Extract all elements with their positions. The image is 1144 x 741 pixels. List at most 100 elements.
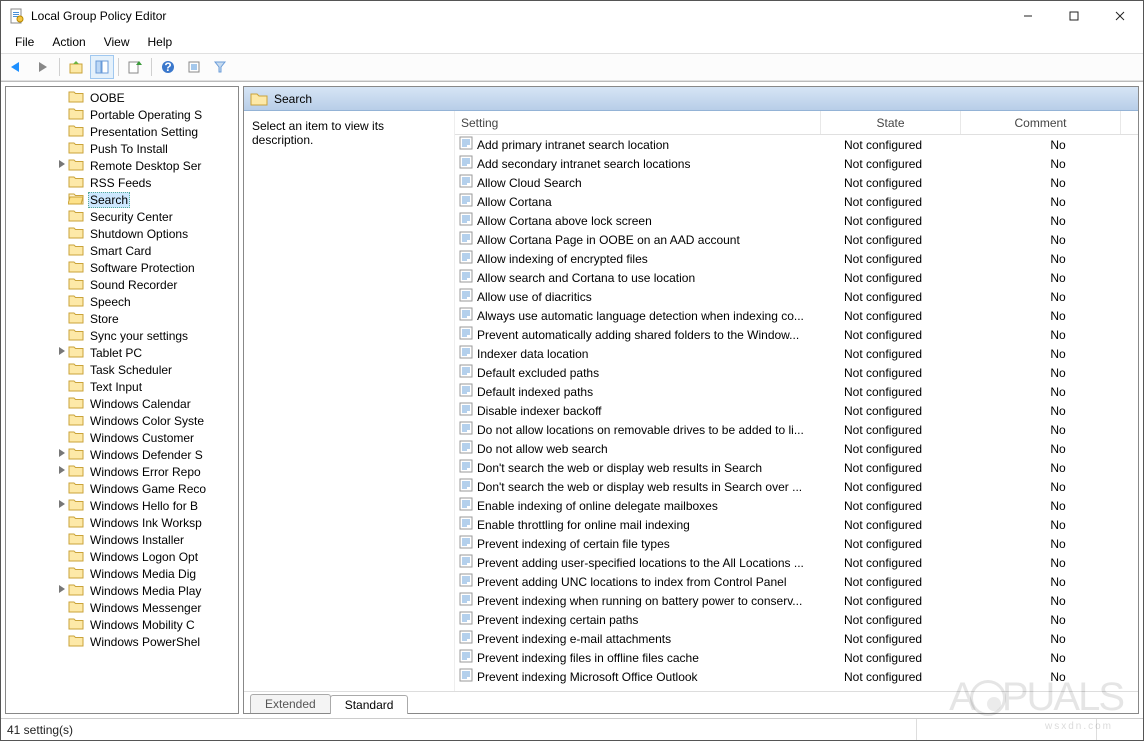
tree-expander-icon[interactable] bbox=[56, 347, 68, 358]
tree-item[interactable]: Remote Desktop Ser bbox=[6, 157, 238, 174]
tree-item[interactable]: Software Protection bbox=[6, 259, 238, 276]
tree-item[interactable]: Task Scheduler bbox=[6, 361, 238, 378]
setting-row[interactable]: Allow Cortana above lock screenNot confi… bbox=[455, 211, 1138, 230]
setting-row[interactable]: Add primary intranet search locationNot … bbox=[455, 135, 1138, 154]
setting-row[interactable]: Prevent automatically adding shared fold… bbox=[455, 325, 1138, 344]
export-list-button[interactable] bbox=[123, 55, 147, 79]
tree-item[interactable]: Windows Media Dig bbox=[6, 565, 238, 582]
setting-comment-cell: No bbox=[978, 328, 1138, 342]
tree-item[interactable]: Windows Game Reco bbox=[6, 480, 238, 497]
tree-item[interactable]: Text Input bbox=[6, 378, 238, 395]
help-button[interactable]: ? bbox=[156, 55, 180, 79]
setting-name-cell: Prevent indexing when running on battery… bbox=[455, 592, 838, 609]
properties-button[interactable] bbox=[182, 55, 206, 79]
setting-row[interactable]: Don't search the web or display web resu… bbox=[455, 458, 1138, 477]
tree-item[interactable]: Speech bbox=[6, 293, 238, 310]
setting-row[interactable]: Prevent adding user-specified locations … bbox=[455, 553, 1138, 572]
tree-item[interactable]: Shutdown Options bbox=[6, 225, 238, 242]
tree-item[interactable]: Windows Installer bbox=[6, 531, 238, 548]
setting-row[interactable]: Default indexed pathsNot configuredNo bbox=[455, 382, 1138, 401]
setting-row[interactable]: Disable indexer backoffNot configuredNo bbox=[455, 401, 1138, 420]
setting-row[interactable]: Do not allow locations on removable driv… bbox=[455, 420, 1138, 439]
list-body[interactable]: Add primary intranet search locationNot … bbox=[455, 135, 1138, 691]
setting-row[interactable]: Prevent indexing certain pathsNot config… bbox=[455, 610, 1138, 629]
tree-item[interactable]: Windows Logon Opt bbox=[6, 548, 238, 565]
column-header-state[interactable]: State bbox=[821, 111, 961, 134]
tree-expander-icon[interactable] bbox=[56, 466, 68, 477]
nav-forward-button[interactable] bbox=[31, 55, 55, 79]
tree-item[interactable]: Sync your settings bbox=[6, 327, 238, 344]
setting-name: Do not allow locations on removable driv… bbox=[477, 423, 804, 437]
menu-action[interactable]: Action bbox=[44, 33, 93, 51]
setting-name-cell: Don't search the web or display web resu… bbox=[455, 478, 838, 495]
setting-row[interactable]: Don't search the web or display web resu… bbox=[455, 477, 1138, 496]
setting-row[interactable]: Allow indexing of encrypted filesNot con… bbox=[455, 249, 1138, 268]
tree-item[interactable]: OOBE bbox=[6, 89, 238, 106]
setting-name-cell: Allow use of diacritics bbox=[455, 288, 838, 305]
setting-row[interactable]: Prevent indexing files in offline files … bbox=[455, 648, 1138, 667]
setting-row[interactable]: Default excluded pathsNot configuredNo bbox=[455, 363, 1138, 382]
list-header: Setting State Comment bbox=[455, 111, 1138, 135]
setting-row[interactable]: Allow Cloud SearchNot configuredNo bbox=[455, 173, 1138, 192]
tree-item[interactable]: Push To Install bbox=[6, 140, 238, 157]
setting-row[interactable]: Allow search and Cortana to use location… bbox=[455, 268, 1138, 287]
minimize-button[interactable] bbox=[1005, 1, 1051, 31]
column-header-setting[interactable]: Setting bbox=[455, 111, 821, 134]
setting-row[interactable]: Prevent indexing when running on battery… bbox=[455, 591, 1138, 610]
nav-back-button[interactable] bbox=[5, 55, 29, 79]
setting-row[interactable]: Prevent indexing e-mail attachmentsNot c… bbox=[455, 629, 1138, 648]
setting-row[interactable]: Allow use of diacriticsNot configuredNo bbox=[455, 287, 1138, 306]
setting-row[interactable]: Allow CortanaNot configuredNo bbox=[455, 192, 1138, 211]
tree-item[interactable]: Sound Recorder bbox=[6, 276, 238, 293]
folder-icon bbox=[68, 106, 88, 123]
tree-item[interactable]: Windows Media Play bbox=[6, 582, 238, 599]
tree-item[interactable]: Presentation Setting bbox=[6, 123, 238, 140]
setting-row[interactable]: Allow Cortana Page in OOBE on an AAD acc… bbox=[455, 230, 1138, 249]
tree-item[interactable]: Smart Card bbox=[6, 242, 238, 259]
tree-item[interactable]: Windows Messenger bbox=[6, 599, 238, 616]
setting-row[interactable]: Prevent indexing Microsoft Office Outloo… bbox=[455, 667, 1138, 686]
menu-file[interactable]: File bbox=[7, 33, 42, 51]
tab-extended[interactable]: Extended bbox=[250, 694, 331, 713]
tree-item-label: Windows Ink Worksp bbox=[88, 516, 204, 530]
tree-item[interactable]: RSS Feeds bbox=[6, 174, 238, 191]
setting-row[interactable]: Prevent indexing of certain file typesNo… bbox=[455, 534, 1138, 553]
tree-item[interactable]: Windows Ink Worksp bbox=[6, 514, 238, 531]
tree-item[interactable]: Windows Hello for B bbox=[6, 497, 238, 514]
maximize-button[interactable] bbox=[1051, 1, 1097, 31]
setting-comment-cell: No bbox=[978, 309, 1138, 323]
setting-row[interactable]: Enable indexing of online delegate mailb… bbox=[455, 496, 1138, 515]
tree-item[interactable]: Security Center bbox=[6, 208, 238, 225]
tree-scroll[interactable]: OOBEPortable Operating SPresentation Set… bbox=[6, 87, 238, 713]
tree-item[interactable]: Windows PowerShel bbox=[6, 633, 238, 650]
tab-standard[interactable]: Standard bbox=[330, 695, 409, 714]
menu-view[interactable]: View bbox=[96, 33, 138, 51]
up-level-button[interactable] bbox=[64, 55, 88, 79]
tree-expander-icon[interactable] bbox=[56, 449, 68, 460]
setting-row[interactable]: Prevent adding UNC locations to index fr… bbox=[455, 572, 1138, 591]
setting-row[interactable]: Always use automatic language detection … bbox=[455, 306, 1138, 325]
setting-row[interactable]: Add secondary intranet search locationsN… bbox=[455, 154, 1138, 173]
tree-item[interactable]: Windows Defender S bbox=[6, 446, 238, 463]
tree-expander-icon[interactable] bbox=[56, 585, 68, 596]
setting-row[interactable]: Do not allow web searchNot configuredNo bbox=[455, 439, 1138, 458]
tree-expander-icon[interactable] bbox=[56, 160, 68, 171]
tree-item[interactable]: Windows Error Repo bbox=[6, 463, 238, 480]
tree-item[interactable]: Windows Mobility C bbox=[6, 616, 238, 633]
policy-icon bbox=[459, 592, 473, 609]
close-button[interactable] bbox=[1097, 1, 1143, 31]
setting-row[interactable]: Indexer data locationNot configuredNo bbox=[455, 344, 1138, 363]
tree-item[interactable]: Search bbox=[6, 191, 238, 208]
tree-item[interactable]: Tablet PC bbox=[6, 344, 238, 361]
tree-item[interactable]: Windows Color Syste bbox=[6, 412, 238, 429]
filter-button[interactable] bbox=[208, 55, 232, 79]
tree-item[interactable]: Windows Customer bbox=[6, 429, 238, 446]
show-hide-tree-button[interactable] bbox=[90, 55, 114, 79]
tree-expander-icon[interactable] bbox=[56, 500, 68, 511]
column-header-comment[interactable]: Comment bbox=[961, 111, 1121, 134]
tree-item[interactable]: Portable Operating S bbox=[6, 106, 238, 123]
tree-item[interactable]: Windows Calendar bbox=[6, 395, 238, 412]
tree-item[interactable]: Store bbox=[6, 310, 238, 327]
menu-help[interactable]: Help bbox=[140, 33, 181, 51]
setting-row[interactable]: Enable throttling for online mail indexi… bbox=[455, 515, 1138, 534]
